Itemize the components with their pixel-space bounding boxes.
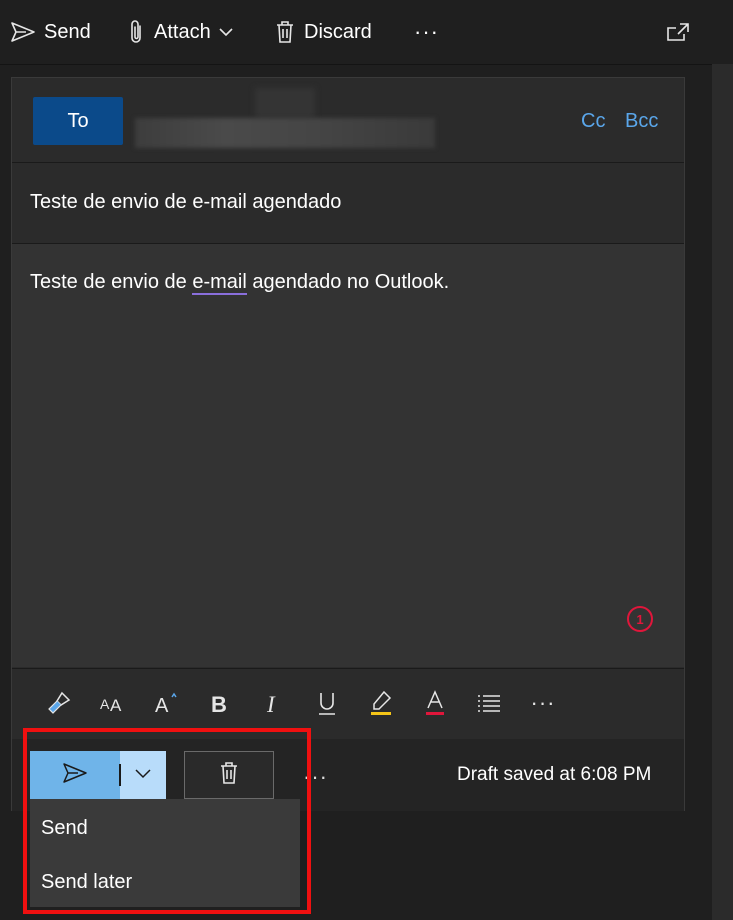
- top-toolbar: Send Attach Discard ···: [0, 0, 712, 65]
- send-button[interactable]: [30, 751, 120, 799]
- send-options-dropdown[interactable]: [120, 751, 166, 799]
- svg-text:A: A: [110, 696, 122, 715]
- discard-button[interactable]: [184, 751, 274, 799]
- more-icon: ···: [414, 19, 439, 44]
- svg-text:I: I: [266, 692, 276, 715]
- chevron-down-icon[interactable]: [219, 27, 233, 37]
- underline-icon[interactable]: [312, 688, 342, 718]
- body-text-prefix: Teste de envio de: [30, 271, 193, 293]
- send-icon: [10, 21, 36, 43]
- send-toolbar-label: Send: [44, 20, 91, 43]
- format-more-button[interactable]: ···: [528, 688, 558, 718]
- draft-status: Draft saved at 6:08 PM: [457, 764, 652, 785]
- popout-icon: [666, 22, 690, 42]
- send-icon: [62, 762, 88, 789]
- svg-text:B: B: [211, 692, 227, 715]
- menu-item-send-later[interactable]: Send later: [30, 855, 300, 909]
- message-body[interactable]: [12, 244, 684, 667]
- more-icon: ···: [303, 764, 328, 789]
- format-painter-icon[interactable]: [44, 688, 74, 718]
- attach-toolbar-label: Attach: [154, 20, 211, 43]
- right-pane-edge: [712, 64, 733, 920]
- trash-icon: [218, 761, 240, 790]
- annotation-badge: 1: [627, 606, 653, 632]
- paperclip-icon: [128, 19, 146, 45]
- italic-icon[interactable]: I: [258, 688, 288, 718]
- discard-toolbar-button[interactable]: Discard: [274, 0, 372, 64]
- increase-font-icon[interactable]: A: [151, 688, 181, 718]
- font-size-icon[interactable]: AA: [97, 688, 127, 718]
- highlight-icon[interactable]: [366, 688, 396, 718]
- redacted-recipient[interactable]: [135, 118, 435, 148]
- menu-item-send[interactable]: Send: [30, 801, 300, 855]
- bullets-icon[interactable]: [474, 688, 504, 718]
- chevron-down-icon: [134, 766, 152, 784]
- body-text-suffix: agendado no Outlook.: [246, 271, 450, 293]
- font-color-icon[interactable]: [420, 688, 450, 718]
- cc-link[interactable]: Cc: [581, 110, 605, 133]
- popout-button[interactable]: [666, 0, 690, 64]
- svg-text:A: A: [155, 695, 169, 716]
- send-toolbar-button[interactable]: Send: [10, 0, 91, 64]
- bottom-more-button[interactable]: ···: [303, 764, 328, 790]
- more-options-button[interactable]: ···: [414, 0, 439, 64]
- redacted-recipient-fragment: [255, 88, 315, 118]
- bold-icon[interactable]: B: [204, 688, 234, 718]
- dropdown-divider: [119, 764, 121, 786]
- svg-text:A: A: [100, 696, 110, 712]
- message-body-text[interactable]: Teste de envio de e-mail agendado no Out…: [30, 271, 450, 295]
- trash-icon: [274, 20, 296, 44]
- bcc-link[interactable]: Bcc: [625, 110, 658, 133]
- discard-toolbar-label: Discard: [304, 20, 372, 43]
- to-button[interactable]: To: [33, 97, 123, 145]
- attach-toolbar-button[interactable]: Attach: [128, 0, 233, 64]
- more-icon: ···: [530, 690, 556, 715]
- spellcheck-underlined-word[interactable]: e-mail: [192, 271, 247, 295]
- subject-field[interactable]: Teste de envio de e-mail agendado: [30, 191, 341, 214]
